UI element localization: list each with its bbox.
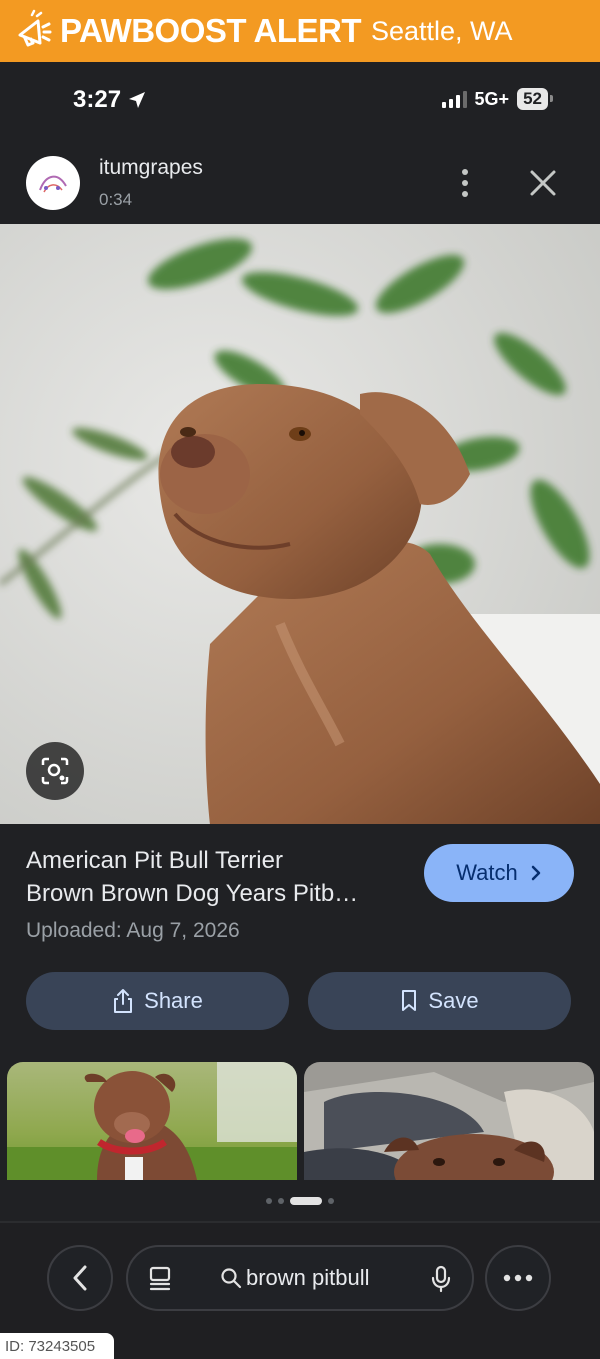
back-button[interactable] <box>47 1245 113 1311</box>
search-bar[interactable]: brown pitbull <box>126 1245 474 1311</box>
result-title[interactable]: American Pit Bull Terrier Brown Brown Do… <box>26 844 406 910</box>
carousel-pagination <box>0 1194 600 1208</box>
share-icon <box>114 989 133 1013</box>
result-info-panel: American Pit Bull Terrier Brown Brown Do… <box>0 824 600 1062</box>
search-query-text: brown pitbull <box>246 1265 370 1290</box>
save-button[interactable]: Save <box>308 972 571 1030</box>
signal-icon <box>441 90 467 108</box>
related-images <box>0 1062 600 1180</box>
status-indicators: 5G+ 52 <box>441 88 553 110</box>
avatar[interactable] <box>26 156 80 210</box>
bookmark-icon <box>402 990 417 1011</box>
result-image[interactable] <box>0 224 600 824</box>
google-lens-button[interactable] <box>26 742 84 800</box>
brand-name: PAWBOOST ALERT <box>60 12 362 49</box>
share-button[interactable]: Share <box>26 972 289 1030</box>
video-duration: 0:34 <box>99 190 133 209</box>
lens-icon <box>41 757 69 785</box>
upload-date: Uploaded: Aug 7, 2026 <box>26 919 240 942</box>
status-time: 3:27 <box>73 86 147 114</box>
related-image-1[interactable] <box>7 1062 297 1180</box>
channel-logo-icon <box>39 175 67 193</box>
battery-icon: 52 <box>517 88 553 110</box>
location-arrow-icon <box>129 92 146 108</box>
channel-name[interactable]: itumgrapes <box>99 156 203 180</box>
result-header: itumgrapes 0:34 <box>0 138 600 224</box>
result-title-line-2: Brown Brown Dog Years Pitb… <box>26 880 359 907</box>
page-dot[interactable] <box>328 1198 334 1204</box>
more-vert-icon[interactable] <box>452 166 478 200</box>
watch-button-label: Watch <box>456 860 518 885</box>
back-icon <box>73 1265 87 1291</box>
search-icon <box>221 1268 242 1289</box>
watch-button[interactable]: Watch <box>424 844 574 902</box>
result-title-line-1: American Pit Bull Terrier <box>26 847 283 874</box>
search-query[interactable]: brown pitbull <box>220 1265 370 1291</box>
page-dot[interactable] <box>278 1198 284 1204</box>
save-button-label: Save <box>428 988 479 1013</box>
share-button-label: Share <box>144 988 203 1013</box>
page-dot[interactable] <box>266 1198 272 1204</box>
chevron-right-icon <box>531 865 541 881</box>
alert-bell-icon <box>10 9 54 53</box>
clock-text: 3:27 <box>73 86 122 113</box>
more-horiz-icon <box>503 1274 533 1282</box>
page-dot-active[interactable] <box>290 1197 322 1205</box>
mic-icon[interactable] <box>430 1265 452 1293</box>
tabs-icon[interactable] <box>148 1266 172 1292</box>
alert-location: Seattle, WA <box>371 15 513 46</box>
related-image-2[interactable] <box>304 1062 594 1180</box>
more-options-button[interactable] <box>485 1245 551 1311</box>
close-icon[interactable] <box>526 166 560 200</box>
network-type: 5G+ <box>474 88 510 109</box>
id-tag: ID: 73243505 <box>0 1333 114 1359</box>
status-bar: 3:27 5G+ 52 <box>0 62 600 138</box>
pawboost-alert-banner: PAWBOOST ALERT Seattle, WA <box>0 0 600 62</box>
